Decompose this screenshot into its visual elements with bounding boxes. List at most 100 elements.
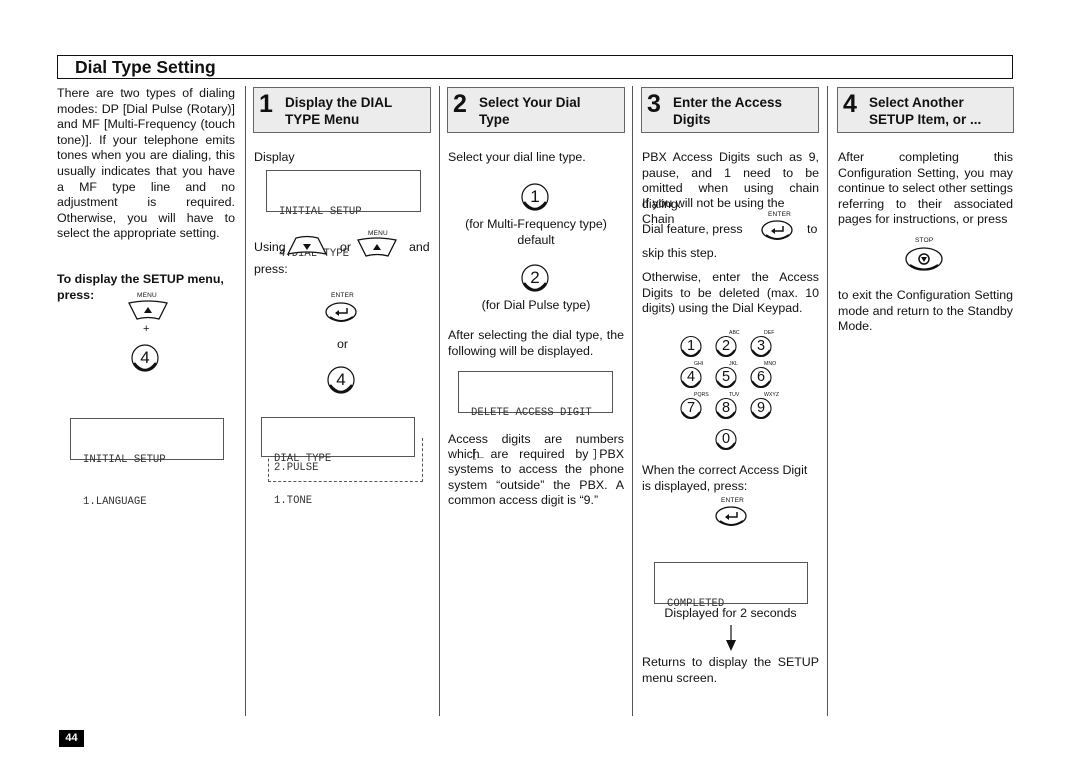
select-intro: Select your dial line type. <box>448 150 586 164</box>
enter-key-label: ENTER <box>331 292 355 299</box>
keypad-key-7[interactable]: 7 PQRS <box>680 392 709 422</box>
lcd-display: INITIAL SETUP 4.DIAL TYPE <box>266 170 421 260</box>
press-text: press: <box>254 262 288 276</box>
key-digit: 2 <box>530 268 540 287</box>
key-digit: 4 <box>686 369 696 385</box>
down-arrow-icon <box>726 625 736 651</box>
to-text: to <box>807 222 818 236</box>
caption-line: default <box>517 232 555 247</box>
step-title-line: SETUP Item, or ... <box>869 111 982 127</box>
display-label: Display <box>254 150 295 164</box>
lcd-line: INITIAL SETUP <box>279 206 362 218</box>
keypad-key-9[interactable]: 9 WXYZ <box>750 392 779 422</box>
page-number: 44 <box>59 730 84 747</box>
keypad-key-6[interactable]: 6 MNO <box>750 361 776 391</box>
lcd-line: 1.TONE <box>274 495 313 507</box>
key-4-button[interactable]: 4 <box>131 343 163 375</box>
step-number: 4 <box>843 90 857 118</box>
step-title-line: Select Your Dial <box>479 95 581 110</box>
key-letters: MNO <box>764 361 777 367</box>
step-1-header: 1 Display the DIAL TYPE Menu <box>253 87 431 133</box>
menu-up-key-icon[interactable] <box>356 237 398 259</box>
displayed-for-text: Displayed for 2 seconds <box>664 606 797 620</box>
column-divider <box>245 86 246 716</box>
key-2-caption: (for Dial Pulse type) <box>481 298 591 312</box>
key-digit: 2 <box>721 338 731 354</box>
key-digit: 1 <box>686 338 696 354</box>
key-letters: GHI <box>694 361 704 367</box>
key-letters: WXYZ <box>764 392 779 398</box>
column-divider <box>632 86 633 716</box>
enter-key-icon[interactable] <box>714 505 750 529</box>
when-correct-text: When the correct Access Digit is display… <box>642 463 808 493</box>
key-digit: 3 <box>756 338 766 354</box>
key-4-button[interactable]: 4 <box>327 365 359 397</box>
key-digit: 7 <box>686 400 696 416</box>
step-title-line: Select Another <box>869 95 964 110</box>
enter-key-icon[interactable] <box>760 219 796 243</box>
lcd-line: INITIAL SETUP <box>83 454 166 466</box>
and-text: and <box>409 240 430 254</box>
enter-key-label: ENTER <box>768 211 792 218</box>
key-digit: 0 <box>721 431 731 447</box>
lcd-line: DELETE ACCESS DIGIT <box>471 407 592 419</box>
key-digit: 1 <box>530 187 540 206</box>
down-key-icon[interactable] <box>286 235 328 257</box>
stop-key-icon[interactable] <box>904 246 946 274</box>
step-title-line: Digits <box>673 111 711 127</box>
stop-key-label: STOP <box>915 237 934 244</box>
keypad-key-2[interactable]: 2 ABC <box>715 330 740 360</box>
column-divider <box>439 86 440 716</box>
step-title: Select Another SETUP Item, or ... <box>869 95 981 128</box>
or-text: or <box>337 337 349 351</box>
key-letters: JKL <box>729 361 738 367</box>
lcd-display: DELETE ACCESS DIGIT [_ ] <box>458 371 613 461</box>
access-digits-text: Access digits are numbers which are requ… <box>448 432 624 507</box>
step-title-line: Display the DIAL <box>285 95 393 110</box>
key-digit: 4 <box>336 370 346 389</box>
dial-feature-text: Dial feature, press <box>642 222 743 236</box>
step-number: 3 <box>647 90 661 118</box>
key-letters: TUV <box>729 392 740 398</box>
keypad-key-4[interactable]: 4 GHI <box>680 361 705 391</box>
step-number: 1 <box>259 90 273 118</box>
menu-key-label: MENU <box>137 292 157 299</box>
key-letters: DEF <box>764 330 775 336</box>
key-1-button[interactable]: 1 <box>521 182 553 214</box>
lcd-display: COMPLETED <box>654 562 808 610</box>
key-2-button[interactable]: 2 <box>521 263 553 295</box>
step-number: 2 <box>453 90 467 118</box>
skip-text: skip this step. <box>642 246 718 260</box>
menu-key-label: MENU <box>368 230 388 237</box>
key-digit: 9 <box>756 400 766 416</box>
step-2-header: 2 Select Your Dial Type <box>447 87 625 133</box>
column-divider <box>827 86 828 716</box>
otherwise-text: Otherwise, enter the Access Digits to be… <box>642 270 819 316</box>
key-letters: PQRS <box>694 392 709 398</box>
after-completing-text: After completing this Configuration Sett… <box>838 150 1013 227</box>
enter-key-label: ENTER <box>721 497 745 504</box>
step-title-line: Enter the Access <box>673 95 783 110</box>
using-text: Using <box>254 240 286 254</box>
step-title: Display the DIAL TYPE Menu <box>285 95 392 128</box>
key-letters: ABC <box>729 330 740 336</box>
section-title-bar: Dial Type Setting <box>57 55 1013 79</box>
key-1-caption: (for Multi-Frequency type) default <box>448 217 624 248</box>
keypad-key-8[interactable]: 8 TUV <box>715 392 740 422</box>
plus-sign: + <box>143 323 150 335</box>
enter-key-icon[interactable] <box>324 301 360 325</box>
key-digit: 8 <box>721 400 731 416</box>
page-title: Dial Type Setting <box>75 57 216 77</box>
step-title: Enter the Access Digits <box>673 95 782 128</box>
step-4-header: 4 Select Another SETUP Item, or ... <box>837 87 1014 133</box>
lcd-display: INITIAL SETUP 1.LANGUAGE <box>70 418 224 508</box>
keypad-key-1[interactable]: 1 <box>680 335 705 360</box>
keypad-key-0[interactable]: 0 <box>715 428 740 453</box>
step-title-line: TYPE Menu <box>285 111 360 127</box>
keypad-key-3[interactable]: 3 DEF <box>750 330 775 360</box>
lcd-display: DIAL TYPE 1.TONE <box>261 417 415 507</box>
key-digit: 6 <box>756 369 766 385</box>
intro-column: There are two types of dialing modes: DP… <box>57 86 235 303</box>
keypad-key-5[interactable]: 5 JKL <box>715 361 740 391</box>
caption-line: (for Multi-Frequency type) <box>465 217 607 231</box>
